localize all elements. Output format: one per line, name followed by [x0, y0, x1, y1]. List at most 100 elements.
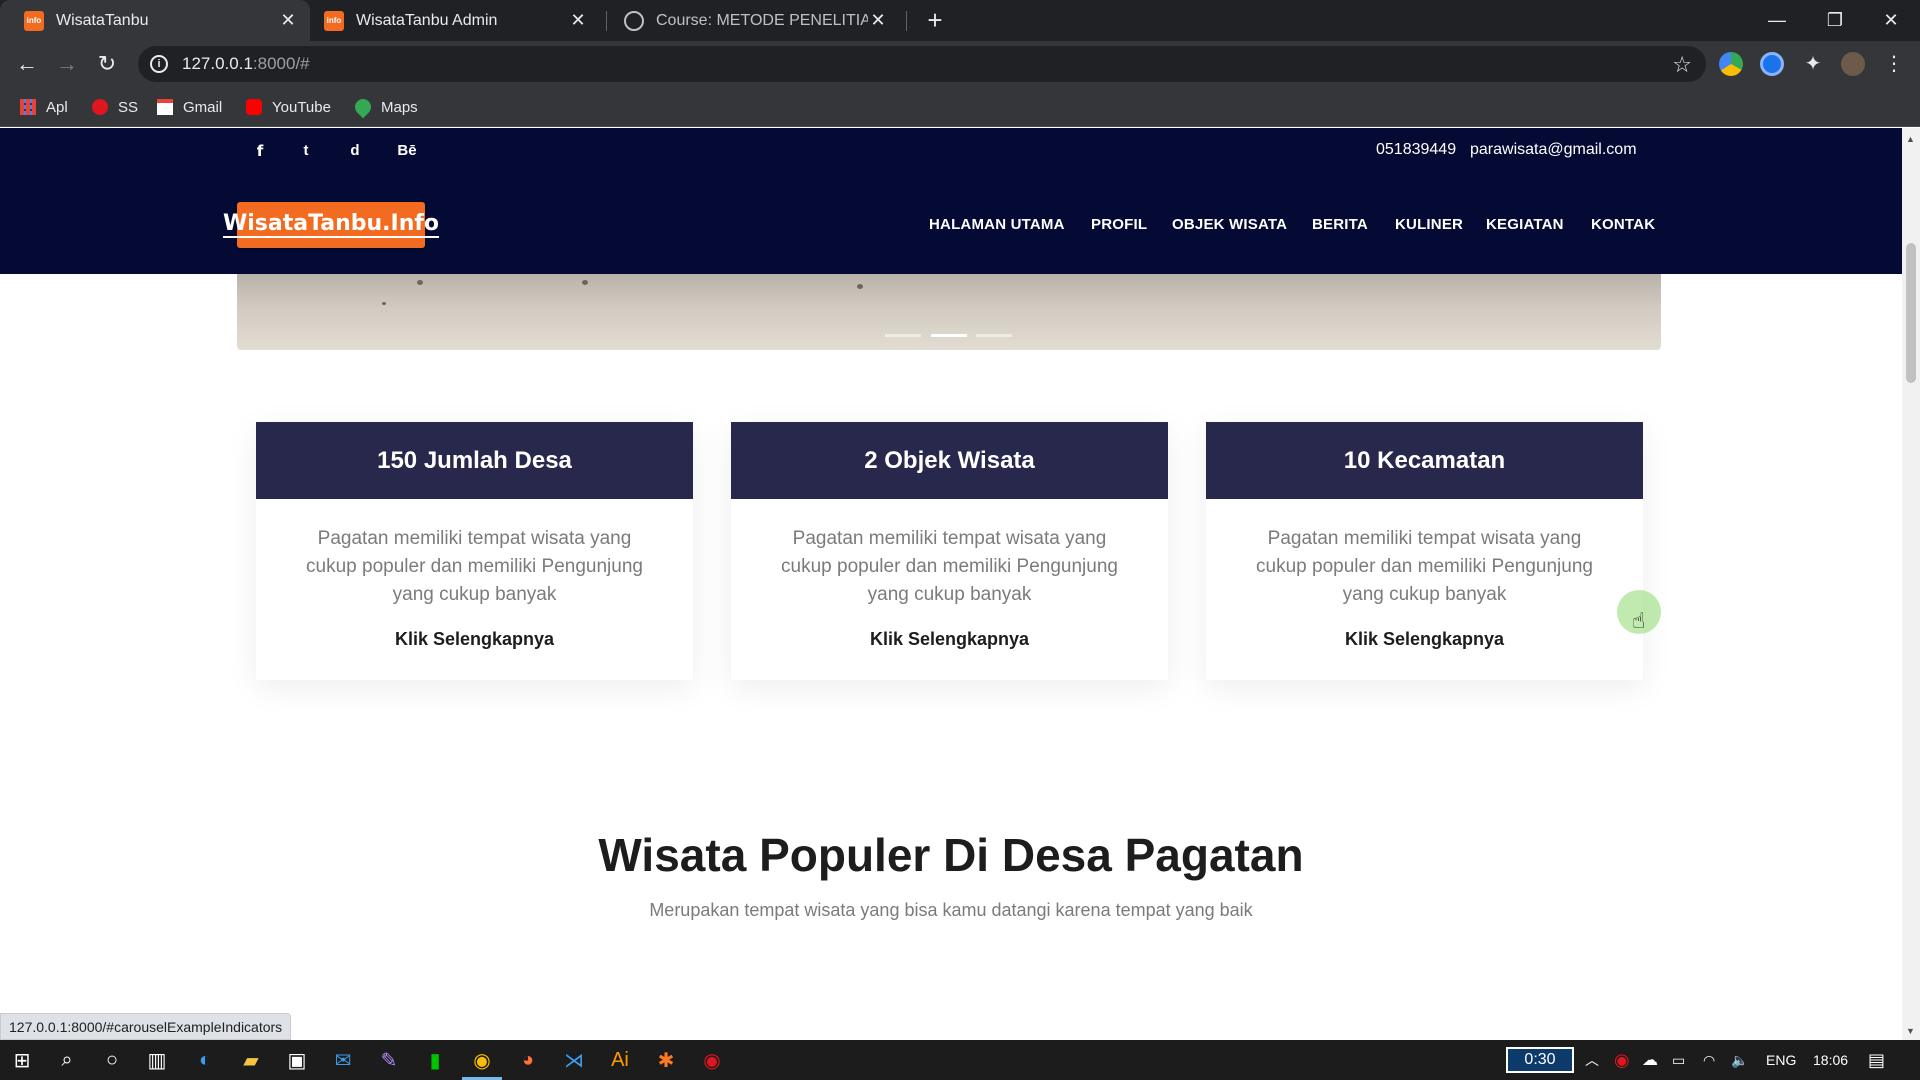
store-icon[interactable]: ▣	[283, 1046, 311, 1074]
file-explorer-icon[interactable]: ▰	[237, 1046, 265, 1074]
site-info-icon[interactable]: i	[150, 55, 168, 73]
site-logo[interactable]: WisataTanbu.Info	[222, 202, 440, 248]
extension-icon[interactable]	[1719, 52, 1743, 76]
youtube-icon	[246, 99, 262, 115]
page-viewport: f t d Bē 051839449 parawisata@gmail.com …	[0, 128, 1902, 1040]
bookmark-label: YouTube	[272, 98, 331, 116]
stat-card: 2 Objek Wisata Pagatan memiliki tempat w…	[731, 422, 1168, 680]
scrollbar-thumb[interactable]	[1906, 243, 1916, 383]
bookmark-label: Apl	[46, 98, 68, 116]
nav-objek-wisata[interactable]: OBJEK WISATA	[1172, 216, 1287, 233]
section-title: Wisata Populer Di Desa Pagatan	[598, 829, 1304, 881]
reload-icon[interactable]: ↻	[91, 48, 123, 80]
minimize-icon[interactable]: —	[1748, 0, 1806, 41]
dribbble-icon[interactable]: d	[343, 142, 367, 159]
info-favicon-icon: info	[324, 10, 344, 31]
xampp-icon[interactable]: ✱	[652, 1046, 680, 1074]
bookmark-apl[interactable]: Apl	[20, 87, 68, 127]
nav-kuliner[interactable]: KULINER	[1395, 216, 1463, 233]
browser-tabstrip: info WisataTanbu ✕ info WisataTanbu Admi…	[0, 0, 1920, 41]
info-favicon-icon: info	[24, 10, 44, 31]
extensions-puzzle-icon[interactable]: ✦	[1801, 52, 1825, 76]
tab-separator	[906, 11, 907, 31]
tab-wisatatanbu-admin[interactable]: info WisataTanbu Admin ✕	[300, 0, 600, 41]
tab-title: WisataTanbu Admin	[356, 11, 498, 29]
notifications-icon[interactable]: ▤	[1868, 1040, 1885, 1080]
nav-kontak[interactable]: KONTAK	[1591, 216, 1655, 233]
wifi-icon[interactable]: ◠	[1703, 1040, 1715, 1080]
tray-record-icon[interactable]: ◉	[1614, 1040, 1630, 1080]
windows-start-icon[interactable]: ⊞	[8, 1046, 36, 1074]
recorder-icon[interactable]: ◉	[698, 1046, 726, 1074]
carousel-indicator[interactable]	[885, 334, 921, 337]
card-more-link[interactable]: Klik Selengkapnya	[731, 629, 1168, 650]
menu-kebab-icon[interactable]: ⋮	[1882, 52, 1906, 76]
carousel-indicator[interactable]	[976, 334, 1012, 337]
nav-halaman-utama[interactable]: HALAMAN UTAMA	[929, 216, 1065, 233]
card-more-link[interactable]: Klik Selengkapnya	[1206, 629, 1643, 650]
bookmarks-bar: Apl SS Gmail YouTube Maps	[0, 87, 1920, 127]
battery-icon[interactable]: ▭	[1672, 1040, 1685, 1080]
mail-icon[interactable]: ✉	[329, 1046, 357, 1074]
bookmark-gmail[interactable]: Gmail	[157, 87, 222, 127]
pen-app-icon[interactable]: ✎	[375, 1046, 403, 1074]
edge-icon[interactable]: ◐	[191, 1046, 219, 1074]
window-close-icon[interactable]: ✕	[1862, 0, 1920, 41]
close-icon[interactable]: ✕	[568, 10, 588, 31]
card-more-link[interactable]: Klik Selengkapnya	[256, 629, 693, 650]
language-indicator[interactable]: ENG	[1766, 1040, 1796, 1080]
nav-berita[interactable]: BERITA	[1312, 216, 1368, 233]
card-title: 2 Objek Wisata	[731, 422, 1168, 499]
bookmark-maps[interactable]: Maps	[351, 87, 418, 127]
profile-avatar[interactable]	[1841, 52, 1865, 76]
firefox-icon[interactable]: ◕	[514, 1046, 542, 1074]
hero-carousel[interactable]	[237, 274, 1661, 350]
contact-phone: 051839449	[1376, 141, 1457, 158]
sand-pebble	[582, 280, 588, 285]
scroll-up-icon[interactable]: ▲	[1906, 134, 1915, 144]
bookmark-star-icon[interactable]: ☆	[1672, 52, 1692, 78]
hand-cursor-icon: ☝	[1632, 608, 1646, 633]
twitter-icon[interactable]: t	[294, 142, 318, 159]
close-icon[interactable]: ✕	[278, 10, 298, 31]
nav-kegiatan[interactable]: KEGIATAN	[1486, 216, 1564, 233]
tab-course[interactable]: Course: METODE PENELITIAN DA ✕	[600, 0, 900, 41]
sand-pebble	[382, 302, 386, 305]
tab-wisatatanbu[interactable]: info WisataTanbu ✕	[0, 0, 310, 41]
volume-icon[interactable]: 🔈	[1731, 1040, 1748, 1080]
scroll-down-icon[interactable]: ▼	[1906, 1026, 1915, 1036]
vscode-icon[interactable]: ⋊	[560, 1046, 588, 1074]
facebook-icon[interactable]: f	[248, 142, 272, 160]
red-dot-icon	[92, 99, 108, 115]
onedrive-icon[interactable]: ☁	[1642, 1040, 1658, 1080]
sand-pebble	[857, 284, 863, 289]
restore-icon[interactable]: ❐	[1806, 0, 1864, 41]
search-icon[interactable]: ⌕	[53, 1046, 81, 1074]
stat-card: 150 Jumlah Desa Pagatan memiliki tempat …	[256, 422, 693, 680]
bookmark-youtube[interactable]: YouTube	[246, 87, 331, 127]
apps-grid-icon	[20, 99, 36, 115]
card-text: Pagatan memiliki tempat wisata yang cuku…	[306, 528, 643, 605]
sand-pebble	[417, 280, 423, 285]
nav-profil[interactable]: PROFIL	[1091, 216, 1147, 233]
clock[interactable]: 18:06	[1813, 1040, 1848, 1080]
forward-icon[interactable]: →	[51, 48, 83, 80]
contact-email[interactable]: parawisata@gmail.com	[1470, 141, 1637, 159]
back-icon[interactable]: ←	[11, 48, 43, 80]
chrome-icon[interactable]: ◉	[468, 1046, 496, 1074]
carousel-indicator-active[interactable]	[931, 334, 967, 337]
stat-card: 10 Kecamatan Pagatan memiliki tempat wis…	[1206, 422, 1643, 680]
page-scrollbar[interactable]: ▲ ▼	[1902, 128, 1920, 1040]
card-title: 150 Jumlah Desa	[256, 422, 693, 499]
cortana-icon[interactable]: ○	[98, 1046, 126, 1074]
behance-icon[interactable]: Bē	[393, 142, 421, 159]
line-app-icon[interactable]: ▮	[421, 1046, 449, 1074]
bookmark-ss[interactable]: SS	[92, 87, 138, 127]
infinity-extension-icon[interactable]	[1760, 52, 1784, 76]
close-icon[interactable]: ✕	[868, 10, 888, 31]
task-view-icon[interactable]: ▥	[143, 1046, 171, 1074]
illustrator-icon[interactable]: Ai	[606, 1046, 634, 1074]
address-bar[interactable]: i 127.0.0.1:8000/# ☆	[138, 46, 1706, 82]
tray-chevron-icon[interactable]: ︿	[1585, 1040, 1599, 1080]
new-tab-button[interactable]: +	[920, 4, 950, 36]
